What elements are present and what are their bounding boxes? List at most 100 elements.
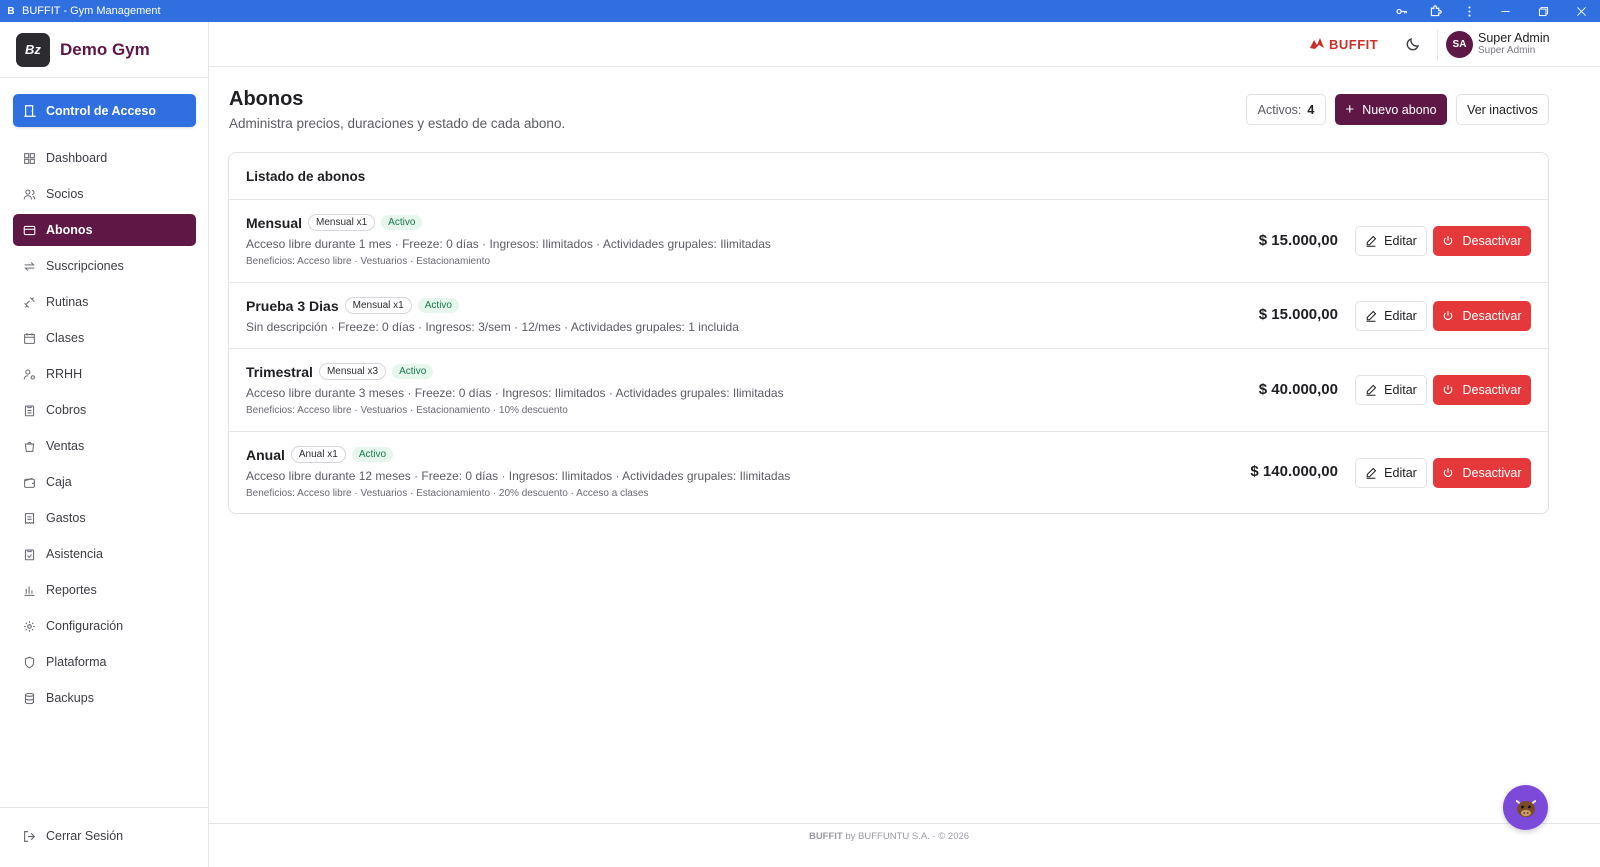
sidebar-item-label: Ventas bbox=[46, 439, 85, 453]
brand[interactable]: Bz Demo Gym bbox=[0, 22, 208, 78]
user-role: Super Admin bbox=[1478, 45, 1536, 56]
sidebar-item-plataforma[interactable]: Plataforma bbox=[13, 646, 196, 678]
power-icon bbox=[1444, 311, 1453, 320]
sidebar-item-gastos[interactable]: Gastos bbox=[13, 502, 196, 534]
sidebar-item-ventas[interactable]: Ventas bbox=[13, 430, 196, 462]
sidebar-item-suscripciones[interactable]: Suscripciones bbox=[13, 250, 196, 282]
minimize-icon[interactable] bbox=[1486, 0, 1524, 22]
card-icon bbox=[23, 225, 36, 235]
plus-icon: + bbox=[1345, 101, 1355, 118]
edit-button[interactable]: Editar bbox=[1355, 458, 1427, 488]
dumbbell-icon bbox=[24, 296, 35, 308]
edit-label: Editar bbox=[1384, 383, 1417, 397]
assistant-bot-button[interactable] bbox=[1503, 785, 1548, 830]
sidebar-item-cobros[interactable]: Cobros bbox=[13, 394, 196, 426]
key-icon[interactable] bbox=[1384, 0, 1418, 22]
plan-name: Trimestral bbox=[246, 363, 313, 380]
logout-button[interactable]: Cerrar Sesión bbox=[23, 829, 123, 843]
edit-button[interactable]: Editar bbox=[1355, 226, 1427, 256]
extension-icon[interactable] bbox=[1418, 0, 1452, 22]
sidebar-item-asistencia[interactable]: Asistencia bbox=[13, 538, 196, 570]
plan-price: $ 15.000,00 bbox=[1258, 306, 1338, 323]
gear-icon bbox=[24, 620, 35, 632]
new-plan-button[interactable]: + Nuevo abono bbox=[1335, 94, 1447, 125]
plan-name: Prueba 3 Dias bbox=[246, 297, 339, 314]
sidebar-item-reportes[interactable]: Reportes bbox=[13, 574, 196, 606]
gym-name: Demo Gym bbox=[60, 39, 150, 59]
sidebar-item-label: Gastos bbox=[46, 511, 86, 525]
active-count-value: 4 bbox=[1307, 102, 1315, 117]
sidebar-item-label: Caja bbox=[46, 475, 72, 489]
users-icon bbox=[23, 189, 36, 199]
sidebar-item-rutinas[interactable]: Rutinas bbox=[13, 286, 196, 318]
sidebar-item-label: Abonos bbox=[46, 223, 93, 237]
sidebar-item-configuraci-n[interactable]: Configuración bbox=[13, 610, 196, 642]
sidebar-footer: Cerrar Sesión bbox=[0, 807, 208, 867]
moon-icon[interactable] bbox=[1405, 36, 1421, 52]
deactivate-button[interactable]: Desactivar bbox=[1433, 375, 1531, 405]
footer: BUFFIT by BUFFUNTU S.A. · © 2026 bbox=[209, 831, 1569, 842]
sidebar-item-socios[interactable]: Socios bbox=[13, 178, 196, 210]
edit-button[interactable]: Editar bbox=[1355, 301, 1427, 331]
sidebar-item-clases[interactable]: Clases bbox=[13, 322, 196, 354]
plan-benefits: Beneficios: Acceso libre · Vestuarios · … bbox=[246, 256, 491, 267]
deactivate-button[interactable]: Desactivar bbox=[1433, 301, 1531, 331]
avatar[interactable]: SA bbox=[1446, 31, 1473, 58]
sidebar-item-backups[interactable]: Backups bbox=[13, 682, 196, 714]
sidebar: Bz Demo Gym Control de Acceso Dashboard S… bbox=[0, 22, 209, 867]
footer-text: by BUFFUNTU S.A. · © 2026 bbox=[842, 831, 970, 842]
new-plan-label: Nuevo abono bbox=[1362, 102, 1437, 117]
deactivate-label: Desactivar bbox=[1462, 309, 1522, 323]
clipboard-icon bbox=[24, 405, 35, 416]
power-icon bbox=[1444, 236, 1453, 245]
page-subtitle: Administra precios, duraciones y estado … bbox=[229, 116, 566, 131]
power-icon bbox=[1444, 468, 1453, 477]
receipt-icon bbox=[24, 512, 35, 524]
logout-icon bbox=[24, 830, 36, 842]
deactivate-button[interactable]: Desactivar bbox=[1433, 226, 1531, 256]
active-count-label: Activos: bbox=[1257, 102, 1302, 117]
sidebar-item-abonos[interactable]: Abonos bbox=[13, 214, 196, 246]
deactivate-button[interactable]: Desactivar bbox=[1433, 458, 1531, 488]
sidebar-nav: Dashboard Socios Abonos Suscripciones Rutina… bbox=[13, 142, 196, 718]
sidebar-item-dashboard[interactable]: Dashboard bbox=[13, 142, 196, 174]
window-title: BUFFIT - Gym Management bbox=[22, 5, 161, 17]
footer-divider bbox=[209, 823, 1600, 824]
gym-logo: Bz bbox=[16, 32, 50, 67]
plan-row: Trimestral Mensual x3 Activo Acceso libre d… bbox=[229, 349, 1548, 432]
sidebar-item-label: Backups bbox=[46, 691, 94, 705]
repeat-icon bbox=[24, 261, 35, 271]
footer-brand: BUFFIT bbox=[808, 831, 843, 842]
restore-icon[interactable] bbox=[1524, 0, 1562, 22]
page-title: Abonos bbox=[229, 88, 304, 110]
plan-description: Acceso libre durante 1 mes · Freeze: 0 d… bbox=[246, 237, 771, 251]
plan-benefits: Beneficios: Acceso libre · Vestuarios · … bbox=[246, 405, 568, 416]
edit-button[interactable]: Editar bbox=[1355, 375, 1427, 405]
sidebar-item-rrhh[interactable]: RRHH bbox=[13, 358, 196, 390]
plan-price: $ 140.000,00 bbox=[1250, 463, 1338, 480]
plan-description: Acceso libre durante 12 meses · Freeze: … bbox=[246, 469, 791, 483]
status-badge: Activo bbox=[417, 298, 459, 313]
close-icon[interactable] bbox=[1562, 0, 1600, 22]
sidebar-item-label: Plataforma bbox=[46, 655, 107, 669]
app-icon: B bbox=[7, 5, 15, 17]
user-name[interactable]: Super Admin bbox=[1478, 31, 1550, 45]
access-control-button[interactable]: Control de Acceso bbox=[13, 94, 196, 127]
edit-label: Editar bbox=[1384, 309, 1417, 323]
more-vert-icon[interactable] bbox=[1452, 0, 1486, 22]
grid-icon bbox=[24, 152, 35, 164]
sidebar-item-label: Clases bbox=[46, 331, 85, 345]
bull-mascot-icon bbox=[1515, 799, 1536, 817]
sidebar-item-label: Configuración bbox=[46, 619, 124, 633]
header-divider bbox=[1437, 30, 1438, 60]
user-cog-icon bbox=[23, 369, 35, 379]
database-icon bbox=[24, 692, 35, 704]
sidebar-item-label: Cobros bbox=[46, 403, 87, 417]
plan-row: Prueba 3 Dias Mensual x1 Activo Sin descrip… bbox=[229, 283, 1548, 349]
sidebar-item-caja[interactable]: Caja bbox=[13, 466, 196, 498]
view-inactive-button[interactable]: Ver inactivos bbox=[1456, 94, 1549, 125]
sidebar-item-label: Rutinas bbox=[46, 295, 89, 309]
active-count-badge: Activos: 4 bbox=[1246, 94, 1326, 125]
plan-duration-chip: Mensual x1 bbox=[308, 214, 376, 231]
sidebar-item-label: RRHH bbox=[46, 367, 83, 381]
